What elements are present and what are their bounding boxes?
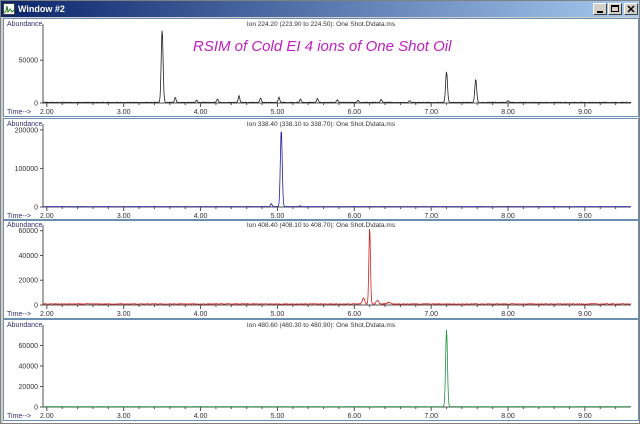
x-tick-label: 5.00 <box>271 311 285 318</box>
panel-title: Ion 480.60 (480.30 to 480.90): One Shot.… <box>247 322 396 329</box>
x-tick-label: 5.00 <box>271 109 285 116</box>
x-tick-label: 5.00 <box>271 413 285 420</box>
x-tick-label: 9.00 <box>578 413 592 420</box>
overlay-title: RSIM of Cold EI 4 ions of One Shot Oil <box>193 38 452 55</box>
panel-frame <box>3 319 639 421</box>
x-axis-label: Time--> <box>7 413 31 420</box>
x-tick-label: 9.00 <box>578 311 592 318</box>
app-icon <box>3 3 15 15</box>
x-tick-label: 7.00 <box>424 213 438 220</box>
x-tick-label: 2.00 <box>40 413 54 420</box>
x-tick-label: 4.00 <box>194 109 208 116</box>
y-axis-label: Abundance <box>7 322 43 329</box>
y-tick-label: 200000 <box>15 127 38 134</box>
x-tick-label: 7.00 <box>424 311 438 318</box>
y-tick-label: 100000 <box>15 166 38 173</box>
x-tick-label: 9.00 <box>578 109 592 116</box>
x-tick-label: 6.00 <box>347 213 361 220</box>
x-tick-label: 7.00 <box>424 413 438 420</box>
x-tick-label: 6.00 <box>347 109 361 116</box>
series-line <box>42 228 632 306</box>
series-line <box>42 131 632 208</box>
y-tick-label: 0 <box>34 303 38 310</box>
x-axis-label: Time--> <box>7 311 31 318</box>
x-tick-label: 2.00 <box>40 109 54 116</box>
title-bar[interactable]: Window #2 <box>1 1 639 17</box>
series-line <box>42 329 631 408</box>
y-tick-label: 60000 <box>19 343 39 350</box>
x-tick-label: 4.00 <box>194 413 208 420</box>
panel-title: Ion 408.40 (408.10 to 408.70): One Shot.… <box>247 222 396 229</box>
x-tick-label: 8.00 <box>501 311 515 318</box>
x-tick-label: 8.00 <box>501 213 515 220</box>
x-tick-label: 8.00 <box>501 109 515 116</box>
x-tick-label: 7.00 <box>424 109 438 116</box>
close-button[interactable] <box>624 3 638 15</box>
x-tick-label: 4.00 <box>194 311 208 318</box>
chromatogram-chart: Abundance Ion 224.20 (223.90 to 224.50): … <box>3 18 639 421</box>
x-tick-label: 4.00 <box>194 213 208 220</box>
y-tick-label: 0 <box>34 205 38 212</box>
chromatogram-area: Abundance Ion 224.20 (223.90 to 224.50): … <box>3 18 639 423</box>
x-tick-label: 3.00 <box>117 213 131 220</box>
maximize-button[interactable] <box>608 3 622 15</box>
x-tick-label: 6.00 <box>347 413 361 420</box>
x-tick-label: 3.00 <box>117 413 131 420</box>
y-tick-label: 50000 <box>19 58 39 65</box>
y-tick-label: 20000 <box>19 278 39 285</box>
panel-title: Ion 224.20 (223.90 to 224.50): One Shot.… <box>247 21 396 28</box>
y-axis-label: Abundance <box>7 21 43 28</box>
x-axis-label: Time--> <box>7 213 31 220</box>
x-tick-label: 8.00 <box>501 413 515 420</box>
window-title: Window #2 <box>18 4 65 14</box>
x-tick-label: 3.00 <box>117 109 131 116</box>
close-icon <box>627 5 635 13</box>
x-tick-label: 2.00 <box>40 311 54 318</box>
application-window: Window #2 Abundance Ion 224.20 (223.90 to… <box>0 0 640 424</box>
panel-title: Ion 338.40 (338.10 to 338.70): One Shot.… <box>247 121 396 128</box>
x-tick-label: 6.00 <box>347 311 361 318</box>
panel-frame <box>3 118 639 221</box>
y-tick-label: 20000 <box>19 384 39 391</box>
y-tick-label: 40000 <box>19 363 39 370</box>
x-tick-label: 2.00 <box>40 213 54 220</box>
maximize-icon <box>611 5 619 12</box>
minimize-button[interactable] <box>593 3 607 15</box>
y-tick-label: 0 <box>34 405 38 412</box>
y-tick-label: 40000 <box>19 253 39 260</box>
x-tick-label: 9.00 <box>578 213 592 220</box>
x-tick-label: 5.00 <box>271 213 285 220</box>
minimize-icon <box>597 11 603 13</box>
x-axis-label: Time--> <box>7 109 31 116</box>
y-tick-label: 0 <box>34 101 38 108</box>
x-tick-label: 3.00 <box>117 311 131 318</box>
panel-frame <box>3 18 639 117</box>
y-tick-label: 60000 <box>19 228 39 235</box>
